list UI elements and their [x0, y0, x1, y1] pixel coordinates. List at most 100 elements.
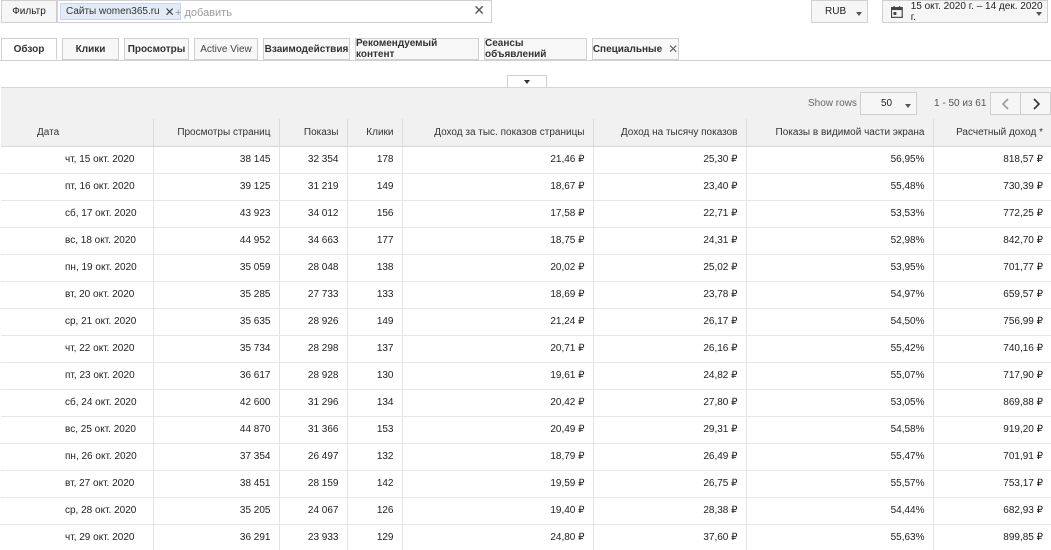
collapse-chart-toggle[interactable] [507, 75, 547, 87]
rows-per-page-select[interactable]: 50 [860, 92, 917, 115]
column-viewable-impressions-cell: 53,53% [745, 200, 933, 228]
column-estimated-revenue-cell: 659,57 ₽ [932, 281, 1051, 309]
column-page-rpm-cell: 18,75 ₽ [401, 227, 593, 255]
column-estimated-revenue-cell: 701,91 ₽ [932, 443, 1051, 471]
column-impressions-cell: 28 048 [278, 254, 347, 282]
column-page-views-cell: 37 354 [152, 443, 279, 471]
column-impressions-header[interactable]: Показы [278, 119, 347, 147]
column-estimated-revenue-header[interactable]: Расчетный доход * [932, 119, 1051, 147]
filter-button[interactable]: Фильтр [1, 0, 57, 23]
tab-interactions[interactable]: Взаимодействия [263, 38, 350, 60]
column-date-header[interactable]: Дата [1, 119, 153, 147]
column-viewable-impressions-cell: 52,98% [745, 227, 933, 255]
column-impression-rpm-cell: 26,17 ₽ [592, 308, 746, 336]
tab-overview[interactable]: Обзор [1, 38, 57, 60]
column-date-cell: сб, 17 окт. 2020 [1, 200, 153, 228]
column-viewable-impressions-cell: 54,97% [745, 281, 933, 309]
column-page-views-cell: 42 600 [152, 389, 279, 417]
caret-down-icon [524, 79, 530, 84]
column-page-rpm-cell: 20,71 ₽ [401, 335, 593, 363]
date-range-picker[interactable]: 15 окт. 2020 г. – 14 дек. 2020 г. [882, 0, 1048, 23]
column-page-views-cell: 35 059 [152, 254, 279, 282]
tab-clicks[interactable]: Клики [62, 38, 119, 60]
column-date-cell: чт, 15 окт. 2020 [1, 146, 153, 174]
column-viewable-impressions-header[interactable]: Показы в видимой части экрана [745, 119, 933, 147]
column-date-cell: чт, 22 окт. 2020 [1, 335, 153, 363]
column-page-rpm-cell: 20,49 ₽ [401, 416, 593, 444]
column-date-cell: пн, 26 окт. 2020 [1, 443, 153, 471]
tab-active-view[interactable]: Active View [194, 38, 258, 60]
column-viewable-impressions-cell: 56,95% [745, 146, 933, 174]
column-impressions-cell: 28 926 [278, 308, 347, 336]
column-impressions-cell: 28 298 [278, 335, 347, 363]
filter-box[interactable]: Сайты women365.ru ✕ ✕ [57, 0, 492, 23]
column-date-cell: пт, 16 окт. 2020 [1, 173, 153, 201]
column-page-rpm-cell: 20,02 ₽ [401, 254, 593, 282]
column-page-views-header[interactable]: Просмотры страниц [152, 119, 279, 147]
close-icon[interactable]: ✕ [668, 42, 678, 56]
table-row: пн, 26 окт. 2020 37 354 26 497 132 18,79 ₽26… [1, 443, 1051, 471]
close-icon[interactable]: ✕ [165, 6, 175, 18]
column-page-views-cell: 44 952 [152, 227, 279, 255]
column-date-cell: пт, 23 окт. 2020 [1, 362, 153, 390]
column-page-rpm-header[interactable]: Доход за тыс. показов страницы [401, 119, 593, 147]
column-clicks-cell: 132 [346, 443, 402, 471]
filter-bar: Фильтр Сайты women365.ru ✕ ✕ RUB 15 окт.… [0, 0, 1051, 24]
column-page-rpm-cell: 21,24 ₽ [401, 308, 593, 336]
column-clicks-header[interactable]: Клики [346, 119, 402, 147]
next-page-button[interactable] [1020, 92, 1051, 115]
column-viewable-impressions-cell: 54,50% [745, 308, 933, 336]
clear-filter-icon[interactable]: ✕ [473, 3, 485, 17]
filter-chip[interactable]: Сайты women365.ru ✕ [60, 3, 181, 20]
column-viewable-impressions-cell: 54,44% [745, 497, 933, 525]
chevron-left-icon [1001, 97, 1009, 110]
column-impressions-cell: 31 366 [278, 416, 347, 444]
column-page-views-cell: 36 617 [152, 362, 279, 390]
column-date-cell: пн, 19 окт. 2020 [1, 254, 153, 282]
tab-ad-sessions[interactable]: Сеансы объявлений [484, 38, 587, 60]
column-impressions-cell: 31 296 [278, 389, 347, 417]
previous-page-button[interactable] [990, 92, 1021, 115]
table-row: вт, 27 окт. 2020 38 451 28 159 142 19,59 ₽26… [1, 470, 1051, 498]
table-row: пн, 19 окт. 2020 35 059 28 048 138 20,02 ₽25… [1, 254, 1051, 282]
column-impression-rpm-cell: 25,30 ₽ [592, 146, 746, 174]
column-date-cell: вт, 20 окт. 2020 [1, 281, 153, 309]
chevron-down-icon [856, 12, 862, 16]
column-estimated-revenue-cell: 701,77 ₽ [932, 254, 1051, 282]
column-clicks-cell: 133 [346, 281, 402, 309]
column-clicks-cell: 129 [346, 524, 402, 550]
column-impression-rpm-header[interactable]: Доход на тысячу показов [592, 119, 746, 147]
column-clicks-cell: 149 [346, 308, 402, 336]
column-clicks-cell: 130 [346, 362, 402, 390]
column-estimated-revenue-cell: 753,17 ₽ [932, 470, 1051, 498]
column-impression-rpm-cell: 24,31 ₽ [592, 227, 746, 255]
column-date-cell: ср, 21 окт. 2020 [1, 308, 153, 336]
currency-select[interactable]: RUB [811, 0, 868, 23]
column-impression-rpm-cell: 22,71 ₽ [592, 200, 746, 228]
tab-views[interactable]: Просмотры [124, 38, 189, 60]
tab-recommended-content[interactable]: Рекомендуемый контент [355, 38, 479, 60]
column-page-rpm-cell: 19,40 ₽ [401, 497, 593, 525]
column-clicks-cell: 134 [346, 389, 402, 417]
column-page-views-cell: 38 451 [152, 470, 279, 498]
column-clicks-cell: 177 [346, 227, 402, 255]
chevron-down-icon [905, 104, 911, 108]
column-estimated-revenue-cell: 772,25 ₽ [932, 200, 1051, 228]
column-date-cell: ср, 28 окт. 2020 [1, 497, 153, 525]
column-page-rpm-cell: 18,79 ₽ [401, 443, 593, 471]
table-row: вс, 18 окт. 2020 44 952 34 663 177 18,75 ₽24… [1, 227, 1051, 255]
column-date-cell: сб, 24 окт. 2020 [1, 389, 153, 417]
column-date-cell: вс, 18 окт. 2020 [1, 227, 153, 255]
column-estimated-revenue-cell: 740,16 ₽ [932, 335, 1051, 363]
column-impression-rpm-cell: 26,49 ₽ [592, 443, 746, 471]
column-impression-rpm-cell: 28,38 ₽ [592, 497, 746, 525]
add-filter-input[interactable] [175, 5, 465, 20]
column-clicks-cell: 156 [346, 200, 402, 228]
column-clicks-cell: 138 [346, 254, 402, 282]
column-impression-rpm-cell: 29,31 ₽ [592, 416, 746, 444]
tab-custom[interactable]: Специальные ✕ [592, 38, 679, 60]
column-estimated-revenue-cell: 682,93 ₽ [932, 497, 1051, 525]
column-page-views-cell: 38 145 [152, 146, 279, 174]
column-page-views-cell: 35 734 [152, 335, 279, 363]
column-page-views-cell: 35 635 [152, 308, 279, 336]
